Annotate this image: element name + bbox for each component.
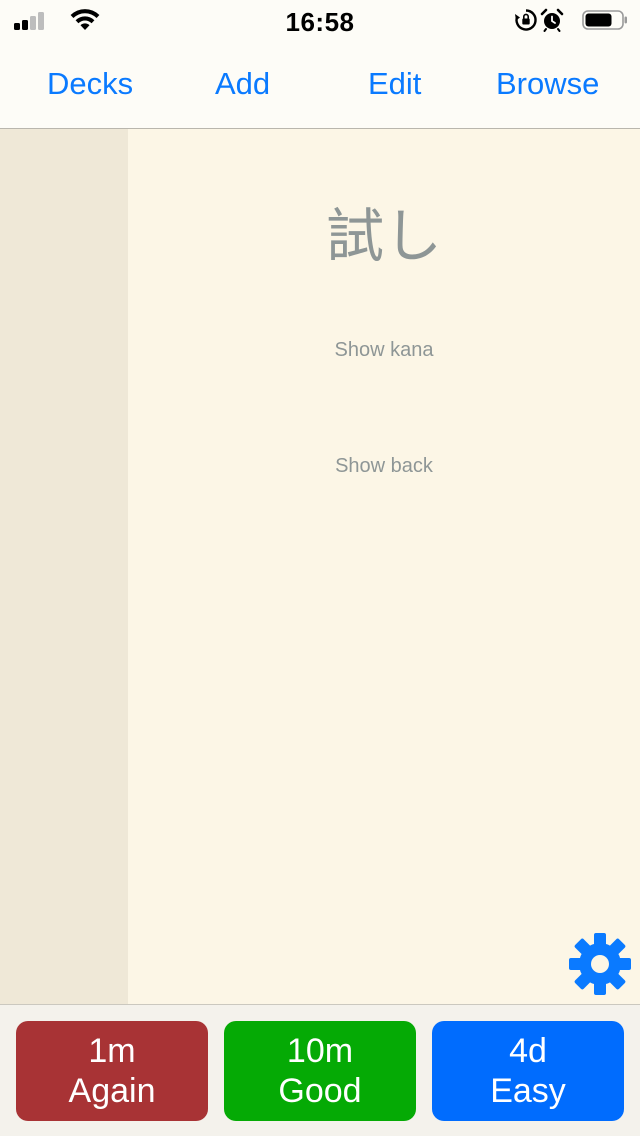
again-interval: 1m — [88, 1032, 136, 1070]
good-interval: 10m — [286, 1032, 354, 1070]
card-front-text: 試し — [325, 202, 442, 270]
answer-bar: 1m Again 10m Good 4d Easy — [0, 1004, 640, 1136]
gear-icon[interactable] — [568, 932, 632, 996]
toolbar: Decks Add Edit Browse — [0, 40, 640, 129]
sidebar-panel — [0, 129, 128, 1004]
again-button[interactable]: 1m Again — [16, 1021, 208, 1121]
add-button[interactable]: Add — [215, 66, 270, 102]
again-label: Again — [68, 1072, 156, 1110]
status-bar: 16:58 — [0, 0, 640, 40]
browse-button[interactable]: Browse — [496, 66, 599, 102]
good-button[interactable]: 10m Good — [224, 1021, 416, 1121]
battery-icon — [582, 10, 627, 30]
easy-button[interactable]: 4d Easy — [432, 1021, 624, 1121]
status-right — [488, 8, 628, 32]
decks-button[interactable]: Decks — [47, 66, 133, 102]
alarm-icon — [540, 8, 564, 32]
show-kana-link[interactable]: Show kana — [128, 339, 640, 362]
edit-button[interactable]: Edit — [368, 66, 421, 102]
good-label: Good — [278, 1072, 362, 1110]
orientation-lock-icon — [515, 9, 537, 31]
show-back-link[interactable]: Show back — [128, 455, 640, 478]
card-view: 試し Show kana Show back — [128, 129, 640, 1004]
easy-label: Easy — [490, 1072, 566, 1110]
easy-interval: 4d — [509, 1032, 547, 1070]
